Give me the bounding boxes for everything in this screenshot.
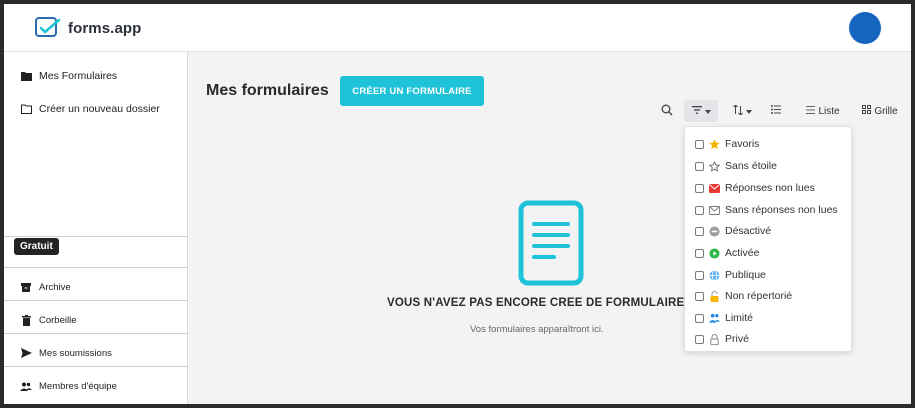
top-bar: forms.app [4,4,911,52]
sort-icon [732,103,743,118]
filter-option-label: Favoris [725,138,760,150]
private-lock-icon [709,333,720,345]
search-icon [661,104,673,119]
checkbox[interactable] [695,334,704,344]
disabled-icon [709,225,720,237]
unlisted-lock-icon [709,290,720,302]
checkbox[interactable] [695,139,704,149]
sidebar-item-membres-equipe[interactable]: Membres d'équipe [4,372,188,400]
sidebar: Mes Formulaires Créer un nouveau dossier… [4,52,188,404]
folder-outline-icon [20,103,32,115]
team-icon [20,380,32,392]
filter-option-label: Non répertorié [725,290,793,302]
checkbox[interactable] [695,270,704,280]
limited-people-icon [709,313,720,324]
filter-option-label: Réponses non lues [725,182,815,194]
filter-option-non-repertorie[interactable]: Non répertorié [695,287,792,305]
chevron-down-icon [745,106,752,117]
filter-option-sans-etoile[interactable]: Sans étoile [695,157,777,175]
filter-icon [691,105,702,117]
list-view-label: Liste [818,105,840,117]
sidebar-item-archive[interactable]: Archive [4,273,188,301]
avatar[interactable] [849,12,881,44]
search-button[interactable] [656,100,678,122]
checkbox[interactable] [695,183,704,193]
checkbox[interactable] [695,248,704,258]
list-bullets-icon [771,105,781,117]
checkbox[interactable] [695,161,704,171]
filter-option-label: Désactivé [725,225,772,237]
sidebar-divider [4,333,188,334]
globe-icon [709,269,720,281]
filter-option-label: Sans étoile [725,160,777,172]
checkbox[interactable] [695,226,704,236]
mail-read-icon [709,205,720,216]
filter-option-label: Privé [725,333,749,345]
trash-icon [20,314,32,326]
chevron-down-icon [704,106,711,117]
empty-state-subtitle: Vos formulaires apparaîtront ici. [470,324,604,335]
mail-unread-icon [709,183,720,194]
star-filled-icon [709,138,720,150]
logo[interactable]: forms.app [34,16,141,40]
filter-option-label: Limité [725,312,754,324]
send-icon [20,347,32,359]
grid-view-label: Grille [874,105,898,117]
sidebar-item-label: Créer un nouveau dossier [39,103,160,115]
grid-icon [862,105,872,117]
sidebar-item-label: Mes Formulaires [39,70,118,82]
checkbox[interactable] [695,205,704,215]
filter-option-activee[interactable]: Activée [695,244,759,262]
star-outline-icon [709,160,720,172]
sidebar-item-create-folder[interactable]: Créer un nouveau dossier [4,95,188,123]
active-icon [709,247,720,259]
filter-option-reponses-non-lues[interactable]: Réponses non lues [695,179,815,197]
checkbox[interactable] [695,291,704,301]
sidebar-divider [4,267,188,268]
list-icon [806,105,816,117]
sidebar-divider [4,300,188,301]
archive-icon [20,281,32,293]
app-window: forms.app Mes Formulaires Créer un nouve… [4,4,911,404]
grid-view-button[interactable]: Grille [858,100,902,122]
filter-option-label: Publique [725,269,766,281]
filter-option-sans-reponses-non-lues[interactable]: Sans réponses non lues [695,201,838,219]
sort-button[interactable] [728,100,756,122]
sidebar-item-mes-soumissions[interactable]: Mes soumissions [4,339,188,367]
folder-filled-icon [20,70,32,82]
empty-state-title: VOUS N'AVEZ PAS ENCORE CRÉÉ DE FORMULAIR… [387,297,685,309]
list-view-button[interactable]: Liste [802,100,844,122]
document-icon [518,200,584,291]
filter-option-publique[interactable]: Publique [695,266,766,284]
sidebar-item-label: Corbeille [39,314,77,326]
page-title: Mes formulaires [206,82,329,99]
logo-text: forms.app [68,19,142,37]
view-options-button[interactable] [768,100,784,122]
filter-option-favoris[interactable]: Favoris [695,135,759,153]
sidebar-item-label: Mes soumissions [39,347,112,359]
filter-option-prive[interactable]: Privé [695,330,749,348]
plan-badge[interactable]: Gratuit [14,238,59,255]
forms-app-logo-icon [34,16,62,40]
filter-button[interactable] [684,100,718,122]
sidebar-divider [4,366,188,367]
filter-option-limite[interactable]: Limité [695,309,753,327]
sidebar-item-mes-formulaires[interactable]: Mes Formulaires [4,62,188,90]
sidebar-item-label: Membres d'équipe [39,380,117,392]
checkbox[interactable] [695,313,704,323]
filter-option-desactive[interactable]: Désactivé [695,222,771,240]
sidebar-item-label: Archive [39,281,71,293]
filter-option-label: Sans réponses non lues [725,204,838,216]
create-form-button[interactable]: CRÉER UN FORMULAIRE [340,76,484,106]
sidebar-item-corbeille[interactable]: Corbeille [4,306,188,334]
filter-option-label: Activée [725,247,760,259]
filter-dropdown-menu: Favoris Sans étoile Réponses non lues Sa… [684,126,852,352]
sidebar-divider [4,236,188,237]
